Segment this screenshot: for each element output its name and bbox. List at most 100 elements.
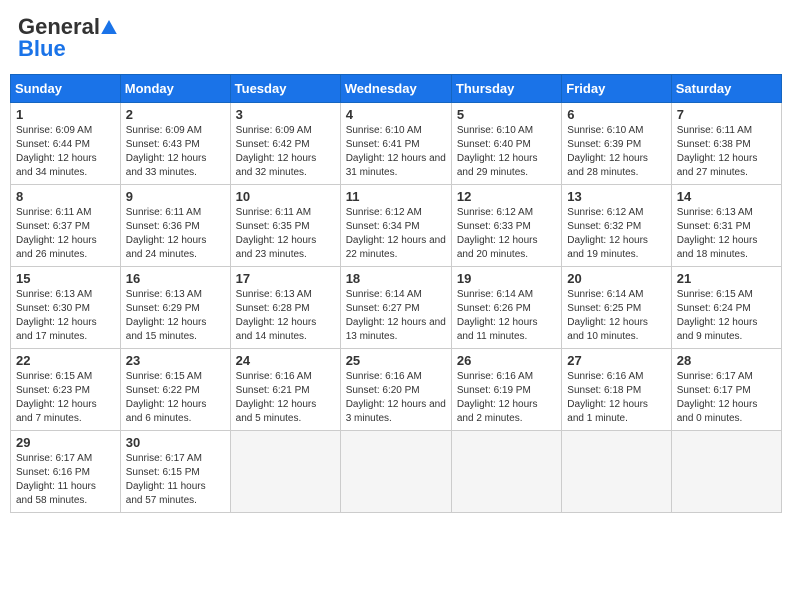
day-info: Sunrise: 6:17 AMSunset: 6:17 PMDaylight:… <box>677 370 776 426</box>
day-info: Sunrise: 6:16 AMSunset: 6:21 PMDaylight:… <box>236 370 335 426</box>
day-info: Sunrise: 6:13 AMSunset: 6:30 PMDaylight:… <box>16 288 115 344</box>
day-cell-27: 27 Sunrise: 6:16 AMSunset: 6:18 PMDayligh… <box>562 349 671 431</box>
col-header-saturday: Saturday <box>671 75 781 103</box>
day-number: 23 <box>126 353 225 368</box>
day-info: Sunrise: 6:16 AMSunset: 6:20 PMDaylight:… <box>346 370 446 426</box>
day-info: Sunrise: 6:09 AMSunset: 6:42 PMDaylight:… <box>236 124 335 180</box>
day-number: 4 <box>346 107 446 122</box>
day-number: 11 <box>346 189 446 204</box>
day-cell-23: 23 Sunrise: 6:15 AMSunset: 6:22 PMDayligh… <box>120 349 230 431</box>
day-info: Sunrise: 6:16 AMSunset: 6:18 PMDaylight:… <box>567 370 665 426</box>
day-info: Sunrise: 6:12 AMSunset: 6:32 PMDaylight:… <box>567 206 665 262</box>
day-info: Sunrise: 6:14 AMSunset: 6:27 PMDaylight:… <box>346 288 446 344</box>
day-info: Sunrise: 6:15 AMSunset: 6:24 PMDaylight:… <box>677 288 776 344</box>
day-number: 14 <box>677 189 776 204</box>
day-number: 10 <box>236 189 335 204</box>
day-number: 25 <box>346 353 446 368</box>
day-cell-3: 3 Sunrise: 6:09 AMSunset: 6:42 PMDaylight… <box>230 103 340 185</box>
day-info: Sunrise: 6:15 AMSunset: 6:22 PMDaylight:… <box>126 370 225 426</box>
day-cell-2: 2 Sunrise: 6:09 AMSunset: 6:43 PMDaylight… <box>120 103 230 185</box>
week-row-1: 8Sunrise: 6:11 AMSunset: 6:37 PMDaylight… <box>11 185 782 267</box>
day-cell-21: 21 Sunrise: 6:15 AMSunset: 6:24 PMDayligh… <box>671 267 781 349</box>
day-number: 12 <box>457 189 556 204</box>
logo-blue-part: Blue <box>18 36 66 62</box>
day-info: Sunrise: 6:17 AMSunset: 6:16 PMDaylight:… <box>16 452 115 508</box>
empty-cell <box>671 431 781 513</box>
empty-cell <box>562 431 671 513</box>
day-info: Sunrise: 6:13 AMSunset: 6:28 PMDaylight:… <box>236 288 335 344</box>
day-info: Sunrise: 6:11 AMSunset: 6:35 PMDaylight:… <box>236 206 335 262</box>
day-info: Sunrise: 6:12 AMSunset: 6:33 PMDaylight:… <box>457 206 556 262</box>
day-info: Sunrise: 6:09 AMSunset: 6:43 PMDaylight:… <box>126 124 225 180</box>
day-cell-20: 20 Sunrise: 6:14 AMSunset: 6:25 PMDayligh… <box>562 267 671 349</box>
calendar-header-row: SundayMondayTuesdayWednesdayThursdayFrid… <box>11 75 782 103</box>
day-info: Sunrise: 6:10 AMSunset: 6:40 PMDaylight:… <box>457 124 556 180</box>
day-number: 9 <box>126 189 225 204</box>
col-header-monday: Monday <box>120 75 230 103</box>
week-row-4: 29 Sunrise: 6:17 AMSunset: 6:16 PMDayligh… <box>11 431 782 513</box>
day-number: 29 <box>16 435 115 450</box>
day-info: Sunrise: 6:15 AMSunset: 6:23 PMDaylight:… <box>16 370 115 426</box>
week-row-2: 15 Sunrise: 6:13 AMSunset: 6:30 PMDayligh… <box>11 267 782 349</box>
col-header-thursday: Thursday <box>451 75 561 103</box>
page-header: General Blue <box>10 10 782 66</box>
day-number: 20 <box>567 271 665 286</box>
week-row-3: 22 Sunrise: 6:15 AMSunset: 6:23 PMDayligh… <box>11 349 782 431</box>
day-number: 19 <box>457 271 556 286</box>
day-cell-9: 9 Sunrise: 6:11 AMSunset: 6:36 PMDaylight… <box>120 185 230 267</box>
day-number: 21 <box>677 271 776 286</box>
day-info: Sunrise: 6:13 AMSunset: 6:29 PMDaylight:… <box>126 288 225 344</box>
day-cell-24: 24 Sunrise: 6:16 AMSunset: 6:21 PMDayligh… <box>230 349 340 431</box>
day-cell-1: 1 Sunrise: 6:09 AMSunset: 6:44 PMDaylight… <box>11 103 121 185</box>
logo: General Blue <box>18 14 118 62</box>
empty-cell <box>230 431 340 513</box>
day-number: 3 <box>236 107 335 122</box>
day-cell-26: 26Sunrise: 6:16 AMSunset: 6:19 PMDayligh… <box>451 349 561 431</box>
day-cell-7: 7 Sunrise: 6:11 AMSunset: 6:38 PMDaylight… <box>671 103 781 185</box>
col-header-wednesday: Wednesday <box>340 75 451 103</box>
day-cell-6: 6Sunrise: 6:10 AMSunset: 6:39 PMDaylight… <box>562 103 671 185</box>
day-number: 2 <box>126 107 225 122</box>
day-info: Sunrise: 6:09 AMSunset: 6:44 PMDaylight:… <box>16 124 115 180</box>
day-number: 24 <box>236 353 335 368</box>
col-header-friday: Friday <box>562 75 671 103</box>
day-number: 6 <box>567 107 665 122</box>
day-info: Sunrise: 6:11 AMSunset: 6:36 PMDaylight:… <box>126 206 225 262</box>
calendar-table: SundayMondayTuesdayWednesdayThursdayFrid… <box>10 74 782 513</box>
day-number: 16 <box>126 271 225 286</box>
day-number: 1 <box>16 107 115 122</box>
day-number: 30 <box>126 435 225 450</box>
day-number: 27 <box>567 353 665 368</box>
day-number: 28 <box>677 353 776 368</box>
day-info: Sunrise: 6:11 AMSunset: 6:38 PMDaylight:… <box>677 124 776 180</box>
day-cell-12: 12 Sunrise: 6:12 AMSunset: 6:33 PMDayligh… <box>451 185 561 267</box>
day-info: Sunrise: 6:10 AMSunset: 6:41 PMDaylight:… <box>346 124 446 180</box>
day-cell-11: 11 Sunrise: 6:12 AMSunset: 6:34 PMDayligh… <box>340 185 451 267</box>
day-number: 15 <box>16 271 115 286</box>
day-cell-22: 22 Sunrise: 6:15 AMSunset: 6:23 PMDayligh… <box>11 349 121 431</box>
day-cell-4: 4 Sunrise: 6:10 AMSunset: 6:41 PMDaylight… <box>340 103 451 185</box>
day-info: Sunrise: 6:16 AMSunset: 6:19 PMDaylight:… <box>457 370 556 426</box>
day-info: Sunrise: 6:14 AMSunset: 6:26 PMDaylight:… <box>457 288 556 344</box>
day-number: 5 <box>457 107 556 122</box>
day-number: 22 <box>16 353 115 368</box>
day-number: 13 <box>567 189 665 204</box>
day-info: Sunrise: 6:12 AMSunset: 6:34 PMDaylight:… <box>346 206 446 262</box>
day-number: 17 <box>236 271 335 286</box>
day-cell-25: 25 Sunrise: 6:16 AMSunset: 6:20 PMDayligh… <box>340 349 451 431</box>
day-cell-14: 14Sunrise: 6:13 AMSunset: 6:31 PMDayligh… <box>671 185 781 267</box>
day-info: Sunrise: 6:17 AMSunset: 6:15 PMDaylight:… <box>126 452 225 508</box>
day-number: 7 <box>677 107 776 122</box>
col-header-sunday: Sunday <box>11 75 121 103</box>
day-cell-10: 10 Sunrise: 6:11 AMSunset: 6:35 PMDayligh… <box>230 185 340 267</box>
day-cell-30: 30 Sunrise: 6:17 AMSunset: 6:15 PMDayligh… <box>120 431 230 513</box>
day-cell-15: 15 Sunrise: 6:13 AMSunset: 6:30 PMDayligh… <box>11 267 121 349</box>
week-row-0: 1 Sunrise: 6:09 AMSunset: 6:44 PMDaylight… <box>11 103 782 185</box>
day-cell-28: 28 Sunrise: 6:17 AMSunset: 6:17 PMDayligh… <box>671 349 781 431</box>
day-cell-19: 19 Sunrise: 6:14 AMSunset: 6:26 PMDayligh… <box>451 267 561 349</box>
day-cell-17: 17 Sunrise: 6:13 AMSunset: 6:28 PMDayligh… <box>230 267 340 349</box>
day-info: Sunrise: 6:14 AMSunset: 6:25 PMDaylight:… <box>567 288 665 344</box>
day-cell-8: 8Sunrise: 6:11 AMSunset: 6:37 PMDaylight… <box>11 185 121 267</box>
empty-cell <box>340 431 451 513</box>
logo-arrow-icon <box>101 20 117 34</box>
